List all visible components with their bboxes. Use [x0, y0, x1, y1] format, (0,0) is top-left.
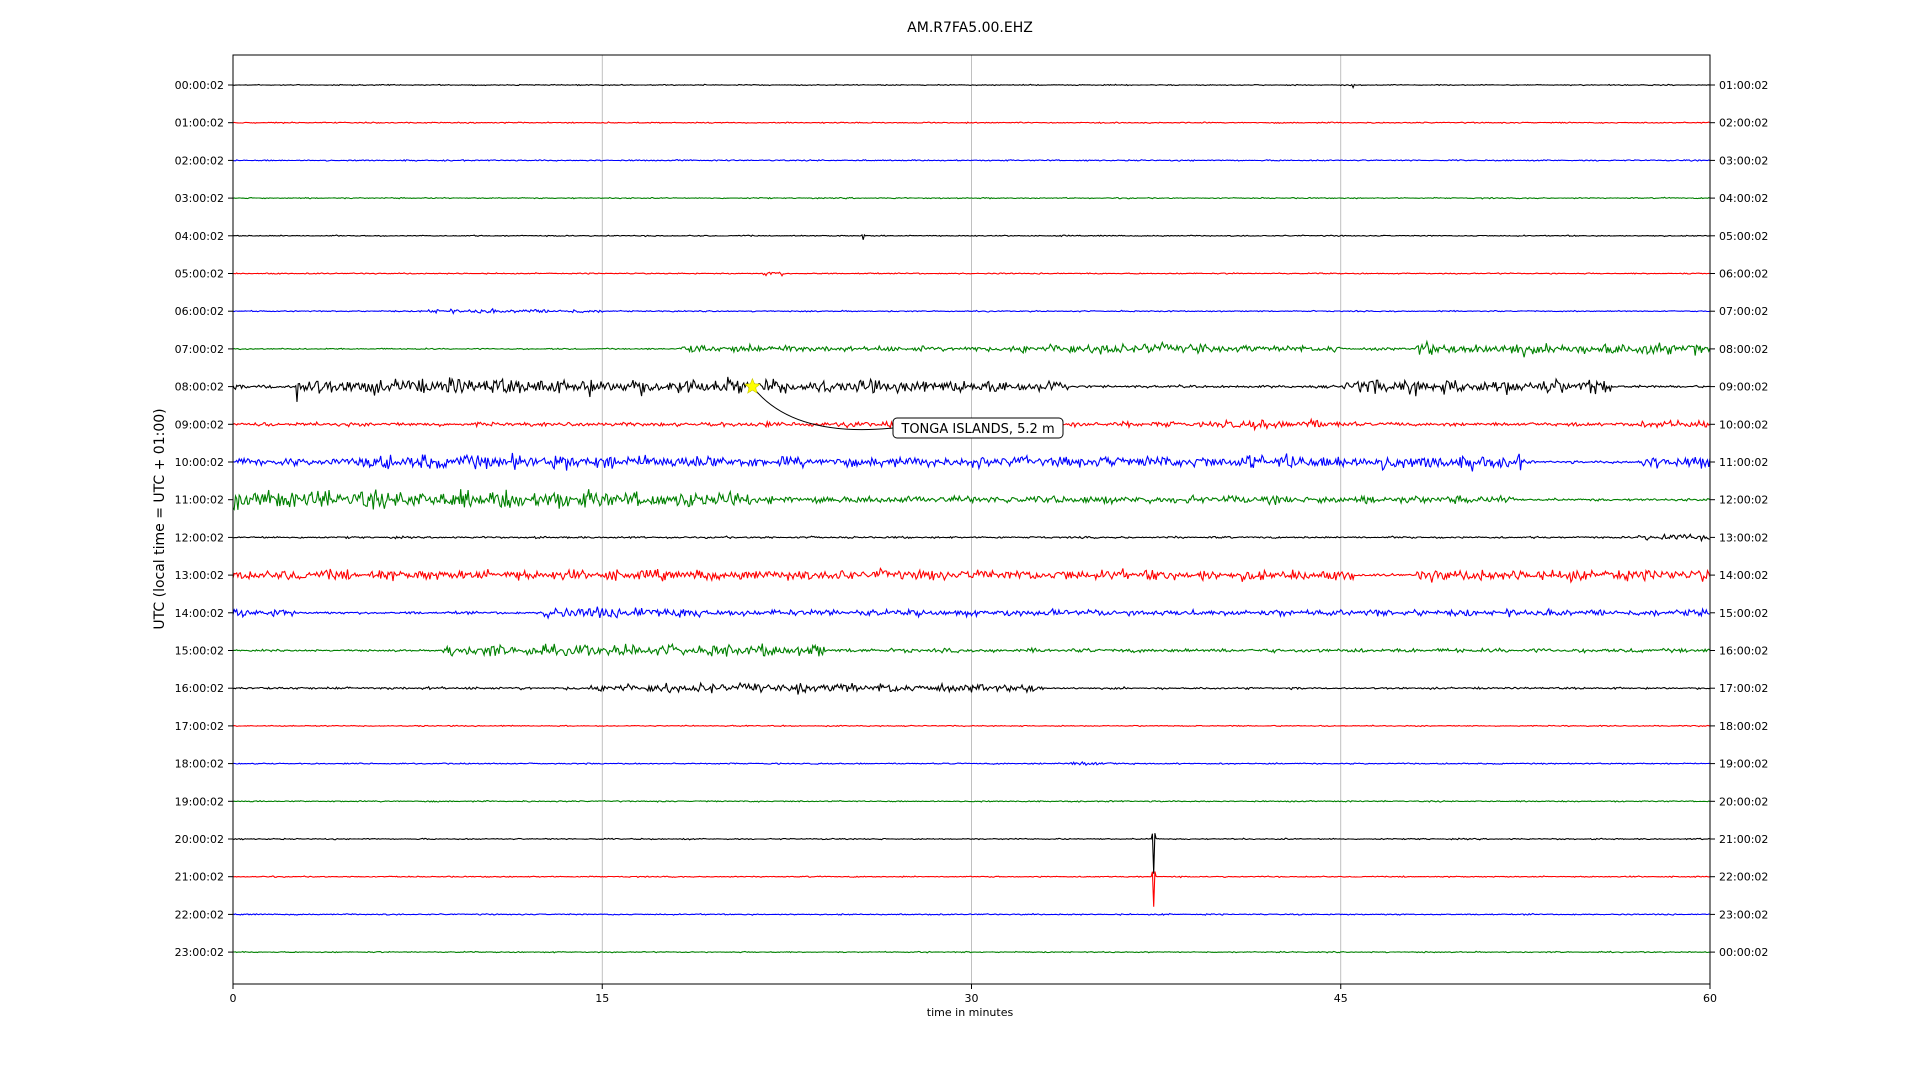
- right-hour-label: 22:00:02: [1719, 871, 1768, 884]
- right-hour-label: 11:00:02: [1719, 456, 1768, 469]
- left-hour-label: 08:00:02: [175, 381, 224, 394]
- left-hour-label: 17:00:02: [175, 720, 224, 733]
- x-axis-ticks: 0 15 30 45 60: [230, 984, 1717, 1005]
- left-hour-label: 22:00:02: [175, 908, 224, 921]
- right-hour-label: 02:00:02: [1719, 117, 1768, 130]
- x-axis-label: time in minutes: [927, 1006, 1014, 1019]
- right-hour-label: 08:00:02: [1719, 343, 1768, 356]
- x-tick-label: 30: [965, 992, 979, 1005]
- left-hour-label: 12:00:02: [175, 531, 224, 544]
- left-hour-label: 21:00:02: [175, 871, 224, 884]
- left-hour-label: 00:00:02: [175, 79, 224, 92]
- right-hour-label: 16:00:02: [1719, 645, 1768, 658]
- right-hour-label: 20:00:02: [1719, 795, 1768, 808]
- left-hour-label: 19:00:02: [175, 795, 224, 808]
- left-hour-label: 20:00:02: [175, 833, 224, 846]
- right-hour-label: 00:00:02: [1719, 946, 1768, 959]
- left-hour-label: 03:00:02: [175, 192, 224, 205]
- left-hour-label: 10:00:02: [175, 456, 224, 469]
- right-hour-label: 10:00:02: [1719, 418, 1768, 431]
- right-hour-label: 19:00:02: [1719, 758, 1768, 771]
- right-hour-label: 06:00:02: [1719, 268, 1768, 281]
- right-hour-labels: 01:00:02 02:00:02 03:00:02 04:00:02 05:00:02…: [1710, 79, 1768, 959]
- right-hour-label: 09:00:02: [1719, 381, 1768, 394]
- right-hour-label: 17:00:02: [1719, 682, 1768, 695]
- left-hour-label: 07:00:02: [175, 343, 224, 356]
- x-gridlines: [601, 55, 1342, 984]
- right-hour-label: 14:00:02: [1719, 569, 1768, 582]
- left-hour-label: 06:00:02: [175, 305, 224, 318]
- left-hour-labels: 00:00:02 01:00:02 02:00:02 03:00:02 04:00:02…: [175, 79, 233, 959]
- left-hour-label: 18:00:02: [175, 758, 224, 771]
- right-hour-label: 05:00:02: [1719, 230, 1768, 243]
- left-hour-label: 02:00:02: [175, 154, 224, 167]
- left-hour-label: 11:00:02: [175, 494, 224, 507]
- x-tick-label: 15: [595, 992, 609, 1005]
- left-hour-label: 14:00:02: [175, 607, 224, 620]
- left-hour-label: 09:00:02: [175, 418, 224, 431]
- left-hour-label: 01:00:02: [175, 117, 224, 130]
- left-hour-label: 05:00:02: [175, 268, 224, 281]
- x-tick-label: 60: [1703, 992, 1717, 1005]
- event-star-marker: [744, 377, 761, 394]
- right-hour-label: 01:00:02: [1719, 79, 1768, 92]
- left-hour-label: 15:00:02: [175, 645, 224, 658]
- x-tick-label: 45: [1334, 992, 1348, 1005]
- seismogram-plot: 0 15 30 45 60 00:00:02 01:00:02 02:00:02 03:00:…: [152, 20, 1768, 1019]
- right-hour-label: 07:00:02: [1719, 305, 1768, 318]
- right-hour-label: 18:00:02: [1719, 720, 1768, 733]
- y-axis-label: UTC (local time = UTC + 01:00): [152, 408, 168, 629]
- left-hour-label: 16:00:02: [175, 682, 224, 695]
- left-hour-label: 13:00:02: [175, 569, 224, 582]
- chart-title: AM.R7FA5.00.EHZ: [907, 20, 1033, 36]
- right-hour-label: 03:00:02: [1719, 154, 1768, 167]
- x-tick-label: 0: [230, 992, 237, 1005]
- right-hour-label: 13:00:02: [1719, 531, 1768, 544]
- right-hour-label: 15:00:02: [1719, 607, 1768, 620]
- right-hour-label: 21:00:02: [1719, 833, 1768, 846]
- annotation-text: TONGA ISLANDS, 5.2 m: [900, 422, 1054, 437]
- right-hour-label: 23:00:02: [1719, 908, 1768, 921]
- right-hour-label: 12:00:02: [1719, 494, 1768, 507]
- left-hour-label: 04:00:02: [175, 230, 224, 243]
- right-hour-label: 04:00:02: [1719, 192, 1768, 205]
- left-hour-label: 23:00:02: [175, 946, 224, 959]
